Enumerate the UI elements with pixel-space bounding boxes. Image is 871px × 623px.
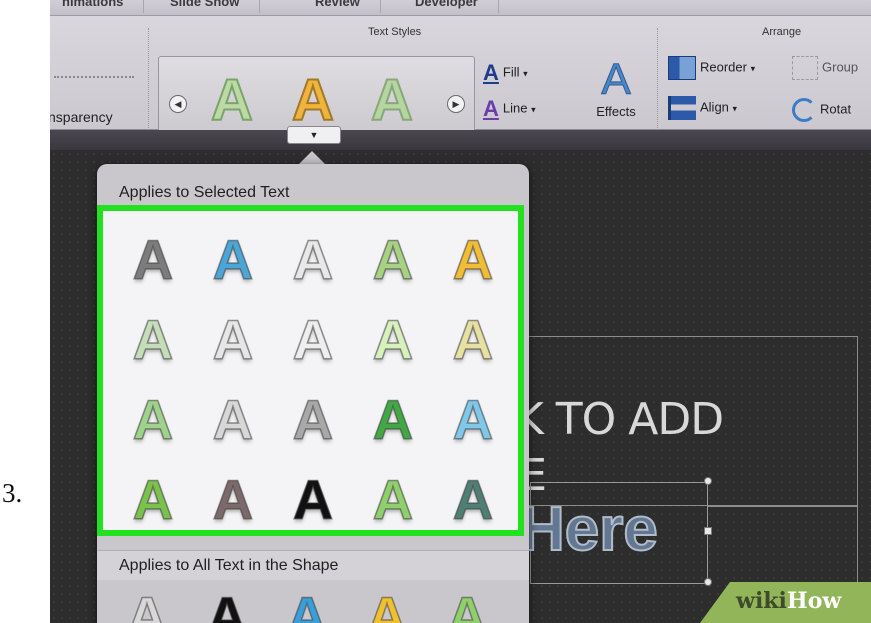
reorder-icon: [668, 56, 696, 80]
style-preview-3[interactable]: A: [370, 67, 414, 134]
rotate-icon: [792, 98, 816, 122]
text-style-option[interactable]: A: [273, 379, 353, 459]
selected-text-styles-highlight: AAAAAAAAAAAAAAAAAAAA: [97, 205, 524, 536]
tab-developer[interactable]: Developer: [395, 0, 499, 13]
group-button[interactable]: Group: [792, 56, 858, 80]
text-style-option[interactable]: A: [273, 459, 353, 539]
text-style-option[interactable]: A: [193, 459, 273, 539]
tab-animations[interactable]: nimations: [50, 0, 145, 13]
text-style-option[interactable]: A: [427, 584, 507, 623]
align-button[interactable]: Align ▾: [668, 96, 737, 120]
ribbon-bottom-strip: [50, 130, 871, 150]
text-style-option[interactable]: A: [347, 584, 427, 623]
chevron-down-icon: ▾: [732, 103, 738, 114]
text-style-option[interactable]: A: [353, 299, 433, 379]
ribbon: nsparency Text Styles Arrange ◀ A A A ▶ …: [50, 16, 871, 146]
tab-review[interactable]: Review: [295, 0, 381, 13]
text-style-option[interactable]: A: [113, 379, 193, 459]
text-style-option[interactable]: A: [193, 379, 273, 459]
text-style-option[interactable]: A: [113, 459, 193, 539]
text-style-option[interactable]: A: [353, 379, 433, 459]
text-style-option[interactable]: A: [433, 219, 513, 299]
chevron-down-icon: ▾: [523, 68, 528, 79]
text-fill-button[interactable]: A Fill ▾: [483, 60, 528, 86]
resize-handle[interactable]: [704, 578, 712, 586]
step-number: 3.: [2, 478, 23, 508]
selected-text-styles-grid: AAAAAAAAAAAAAAAAAAAA: [113, 219, 513, 539]
arrange-group-title: Arrange: [762, 26, 802, 38]
text-style-option[interactable]: A: [273, 219, 353, 299]
text-style-option[interactable]: A: [193, 219, 273, 299]
text-style-option[interactable]: A: [193, 299, 273, 379]
text-style-option[interactable]: A: [353, 459, 433, 539]
text-style-option[interactable]: A: [187, 584, 267, 623]
subtitle-placeholder[interactable]: [708, 506, 858, 586]
selected-text-section-header: Applies to Selected Text: [119, 184, 290, 201]
app-screenshot: nimations Slide Show Review Developer ns…: [50, 0, 871, 623]
all-text-section-header: Applies to All Text in the Shape: [97, 550, 529, 580]
text-effects-icon: A: [601, 55, 631, 104]
text-line-button[interactable]: A Line ▾: [483, 96, 536, 122]
text-style-option[interactable]: A: [433, 379, 513, 459]
text-effects-button[interactable]: A Effects: [586, 55, 646, 119]
transparency-slider[interactable]: [54, 76, 134, 78]
gallery-prev-button[interactable]: ◀: [169, 95, 187, 113]
text-style-option[interactable]: A: [353, 219, 433, 299]
selected-text[interactable]: Here: [519, 494, 659, 565]
tab-slide-show[interactable]: Slide Show: [150, 0, 261, 13]
text-line-icon: A: [483, 96, 499, 121]
text-style-option[interactable]: A: [113, 299, 193, 379]
resize-handle[interactable]: [704, 527, 712, 535]
text-styles-group-title: Text Styles: [368, 26, 422, 38]
expand-gallery-button[interactable]: ▼: [287, 126, 341, 144]
popover-pointer: [298, 151, 326, 165]
style-preview-2[interactable]: A: [291, 67, 335, 134]
text-style-option[interactable]: A: [113, 219, 193, 299]
resize-handle[interactable]: [704, 477, 712, 485]
ribbon-tabs: nimations Slide Show Review Developer: [50, 0, 871, 16]
text-styles-popover: Applies to Selected Text AAAAAAAAAAAAAAA…: [97, 164, 529, 623]
group-divider: [657, 28, 658, 136]
text-style-option[interactable]: A: [267, 584, 347, 623]
style-preview-1[interactable]: A: [210, 67, 254, 134]
align-icon: [668, 96, 696, 120]
text-style-option[interactable]: A: [433, 299, 513, 379]
text-fill-icon: A: [483, 60, 499, 85]
group-divider: [148, 28, 149, 136]
text-style-option[interactable]: A: [107, 584, 187, 623]
chevron-down-icon: ▾: [750, 63, 756, 74]
gallery-next-button[interactable]: ▶: [447, 95, 465, 113]
text-style-option[interactable]: A: [433, 459, 513, 539]
chevron-down-icon: ▾: [531, 104, 536, 115]
rotate-button[interactable]: Rotat: [792, 98, 851, 122]
text-style-option[interactable]: A: [273, 299, 353, 379]
all-text-styles-row: AAAAA: [107, 584, 507, 623]
group-icon: [792, 56, 818, 80]
transparency-label: nsparency: [50, 109, 113, 125]
reorder-button[interactable]: Reorder ▾: [668, 56, 755, 80]
